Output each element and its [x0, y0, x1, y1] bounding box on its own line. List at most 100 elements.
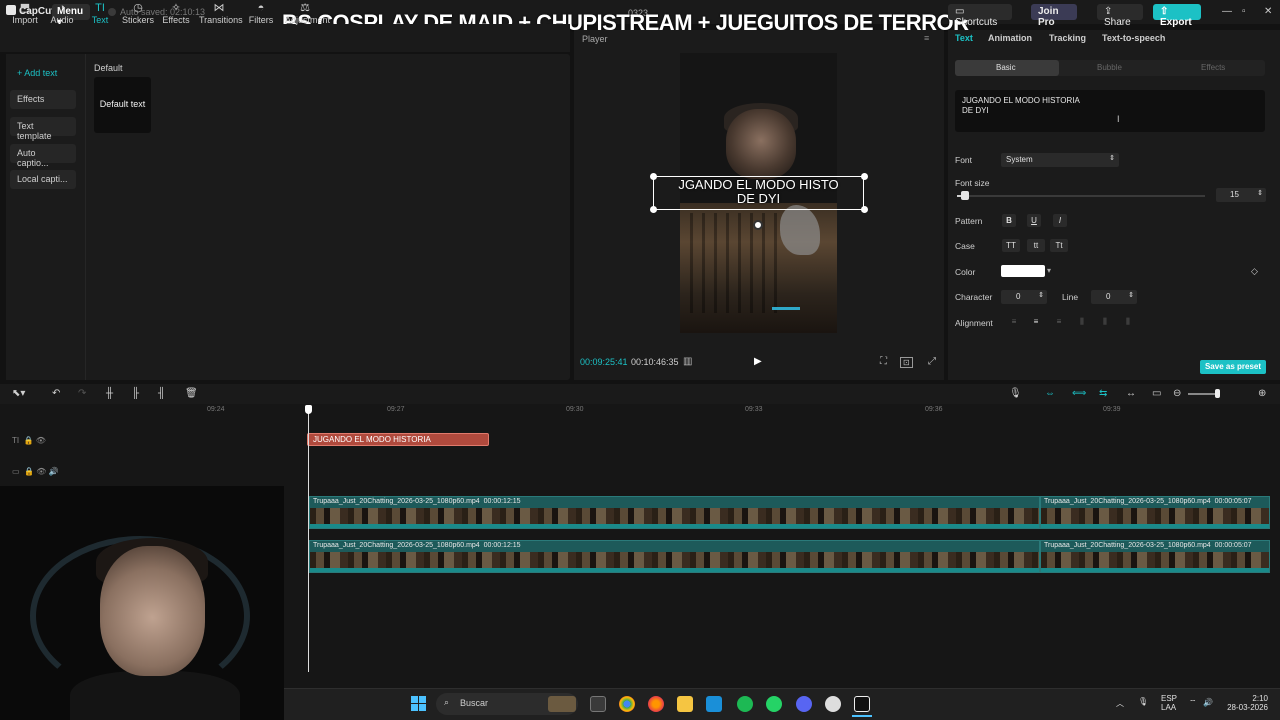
firefox-icon[interactable] [648, 696, 664, 712]
obs-icon[interactable] [825, 696, 841, 712]
nav-effects[interactable]: Effects [10, 90, 76, 109]
task-view-icon[interactable] [590, 696, 606, 712]
capcut-taskbar-icon[interactable] [854, 696, 870, 712]
shortcuts-button[interactable]: ▭ Shortcuts [948, 4, 1012, 28]
nav-auto-captions[interactable]: Auto captio... [10, 144, 76, 168]
preview-axis-icon[interactable]: ↔ [1126, 388, 1136, 399]
line-spacing-input[interactable]: 0 ⇕ [1091, 290, 1137, 304]
tool-stickers[interactable]: ◷ Stickers [118, 2, 158, 25]
tab-animation[interactable]: Animation [988, 33, 1032, 43]
auto-snap-icon[interactable]: ⟺ [1072, 388, 1086, 399]
linkage-icon[interactable]: ⇆ [1099, 388, 1107, 399]
undo-icon[interactable]: ↶ [52, 388, 60, 399]
caption-icon[interactable]: ▭ [1152, 388, 1161, 399]
whatsapp-icon[interactable] [766, 696, 782, 712]
lock-icon[interactable]: 🔒 [24, 467, 34, 476]
minimize-icon[interactable]: — [1222, 6, 1232, 17]
split-icon[interactable]: ╫ [106, 388, 113, 399]
subtab-effects[interactable]: Effects [1201, 63, 1225, 72]
subtab-basic[interactable]: Basic [996, 63, 1016, 72]
case-lower-button[interactable]: tt [1027, 239, 1045, 252]
player-menu-icon[interactable]: ≡ [924, 33, 929, 43]
maximize-icon[interactable]: ▫ [1242, 6, 1246, 17]
tool-audio[interactable]: ◔ Audio [42, 2, 82, 25]
chrome-icon[interactable] [619, 696, 635, 712]
delete-icon[interactable]: 🗑 [185, 388, 198, 399]
resize-handle-br[interactable] [861, 206, 868, 213]
select-tool-icon[interactable]: ⬉▾ [12, 388, 25, 399]
tool-effects[interactable]: ✧ Effects [156, 2, 196, 25]
underline-button[interactable]: U [1027, 214, 1041, 227]
chevron-up-icon[interactable]: ︿ [1116, 698, 1124, 709]
video-clip[interactable]: Trupaaa_Just_20Chatting_2026-03-25_1080p… [309, 540, 1040, 573]
video-clip[interactable]: Trupaaa_Just_20Chatting_2026-03-25_1080p… [1040, 540, 1270, 573]
join-pro-button[interactable]: Join Pro [1031, 4, 1077, 28]
tool-text[interactable]: TI Text [80, 2, 120, 25]
align-left-icon[interactable]: ≡ [1007, 317, 1021, 327]
tool-transitions[interactable]: ⋈ Transitions [199, 2, 243, 25]
tab-text[interactable]: Text [955, 33, 973, 43]
bold-button[interactable]: B [1002, 214, 1016, 227]
align-vertical-2-icon[interactable]: ⫼ [1121, 317, 1135, 327]
clock[interactable]: 2:10 28-03-2026 [1226, 694, 1268, 712]
fit-icon[interactable]: ⛶ [880, 356, 887, 367]
timeline-grid-icon[interactable]: ▥ [683, 356, 692, 367]
split-left-icon[interactable]: ╟ [132, 388, 139, 399]
volume-icon[interactable]: 🔊 [1203, 698, 1213, 707]
zoom-out-icon[interactable]: ⊖ [1173, 388, 1181, 399]
tool-import[interactable]: ⬒ Import [5, 2, 45, 25]
export-button[interactable]: ⇧ Export [1153, 4, 1201, 28]
zoom-in-icon[interactable]: ⊕ [1258, 388, 1266, 399]
character-spacing-input[interactable]: 0 ⇕ [1001, 290, 1047, 304]
font-select[interactable]: System ⇕ [1001, 153, 1119, 167]
nav-text-template[interactable]: Text template [10, 117, 76, 141]
tab-text-to-speech[interactable]: Text-to-speech [1102, 33, 1165, 43]
wifi-icon[interactable]: ⌔ [1189, 698, 1197, 708]
fullscreen-icon[interactable]: ⤢ [928, 356, 936, 367]
store-icon[interactable] [706, 696, 722, 712]
discord-icon[interactable] [796, 696, 812, 712]
font-size-slider[interactable] [957, 195, 1205, 197]
text-content-field[interactable]: JUGANDO EL MODO HISTORIA DE DYI [955, 90, 1265, 132]
language-indicator[interactable]: ESP LAA [1161, 694, 1177, 712]
case-title-button[interactable]: Tt [1050, 239, 1068, 252]
default-text-card[interactable]: Default text [94, 77, 151, 133]
file-explorer-icon[interactable] [677, 696, 693, 712]
align-vertical-icon[interactable]: ⫼ [1098, 317, 1112, 327]
rotate-handle-icon[interactable] [753, 220, 763, 230]
align-right-icon[interactable]: ≡ [1052, 317, 1066, 327]
lock-icon[interactable]: 🔒 [24, 436, 34, 445]
close-icon[interactable]: ✕ [1264, 6, 1272, 17]
italic-button[interactable]: I [1053, 214, 1067, 227]
resize-handle-tr[interactable] [861, 173, 868, 180]
case-upper-button[interactable]: TT [1002, 239, 1020, 252]
eye-icon[interactable]: 👁 [36, 467, 46, 476]
play-icon[interactable]: ▶ [754, 356, 762, 367]
video-clip[interactable]: Trupaaa_Just_20Chatting_2026-03-25_1080p… [1040, 496, 1270, 529]
spotify-icon[interactable] [737, 696, 753, 712]
windows-start-icon[interactable] [411, 696, 427, 712]
preview-text-overlay[interactable]: JGANDO EL MODO HISTO DE DYI [655, 178, 862, 206]
tab-tracking[interactable]: Tracking [1049, 33, 1086, 43]
tool-filters[interactable]: ◓ Filters [241, 2, 281, 25]
main-track-magnet-icon[interactable]: ⇔ [1045, 388, 1055, 399]
microphone-icon[interactable]: 🎙 [1138, 697, 1148, 706]
font-size-slider-knob[interactable] [961, 191, 969, 200]
redo-icon[interactable]: ↷ [78, 388, 86, 399]
font-size-input[interactable]: 15 ⇕ [1216, 188, 1266, 202]
subtab-bubble[interactable]: Bubble [1097, 63, 1122, 72]
text-clip[interactable]: JUGANDO EL MODO HISTORIA [307, 433, 489, 446]
speaker-icon[interactable]: 🔊 [49, 467, 59, 476]
nav-add-text[interactable]: + Add text [10, 64, 76, 83]
keyframe-icon[interactable]: ◇ [1251, 266, 1258, 277]
ratio-button[interactable]: ⊡ [900, 357, 913, 368]
video-clip[interactable]: Trupaaa_Just_20Chatting_2026-03-25_1080p… [309, 496, 1040, 529]
save-preset-button[interactable]: Save as preset [1200, 360, 1266, 374]
record-audio-icon[interactable]: 🎙 [1009, 388, 1022, 399]
align-center-icon[interactable]: ≡ [1029, 317, 1043, 327]
color-swatch[interactable] [1001, 265, 1045, 277]
tool-adjustment[interactable]: ⚖ Adjustment [285, 2, 330, 25]
split-right-icon[interactable]: ╢ [158, 388, 165, 399]
playhead[interactable] [308, 410, 309, 672]
eye-icon[interactable]: 👁 [36, 436, 46, 445]
